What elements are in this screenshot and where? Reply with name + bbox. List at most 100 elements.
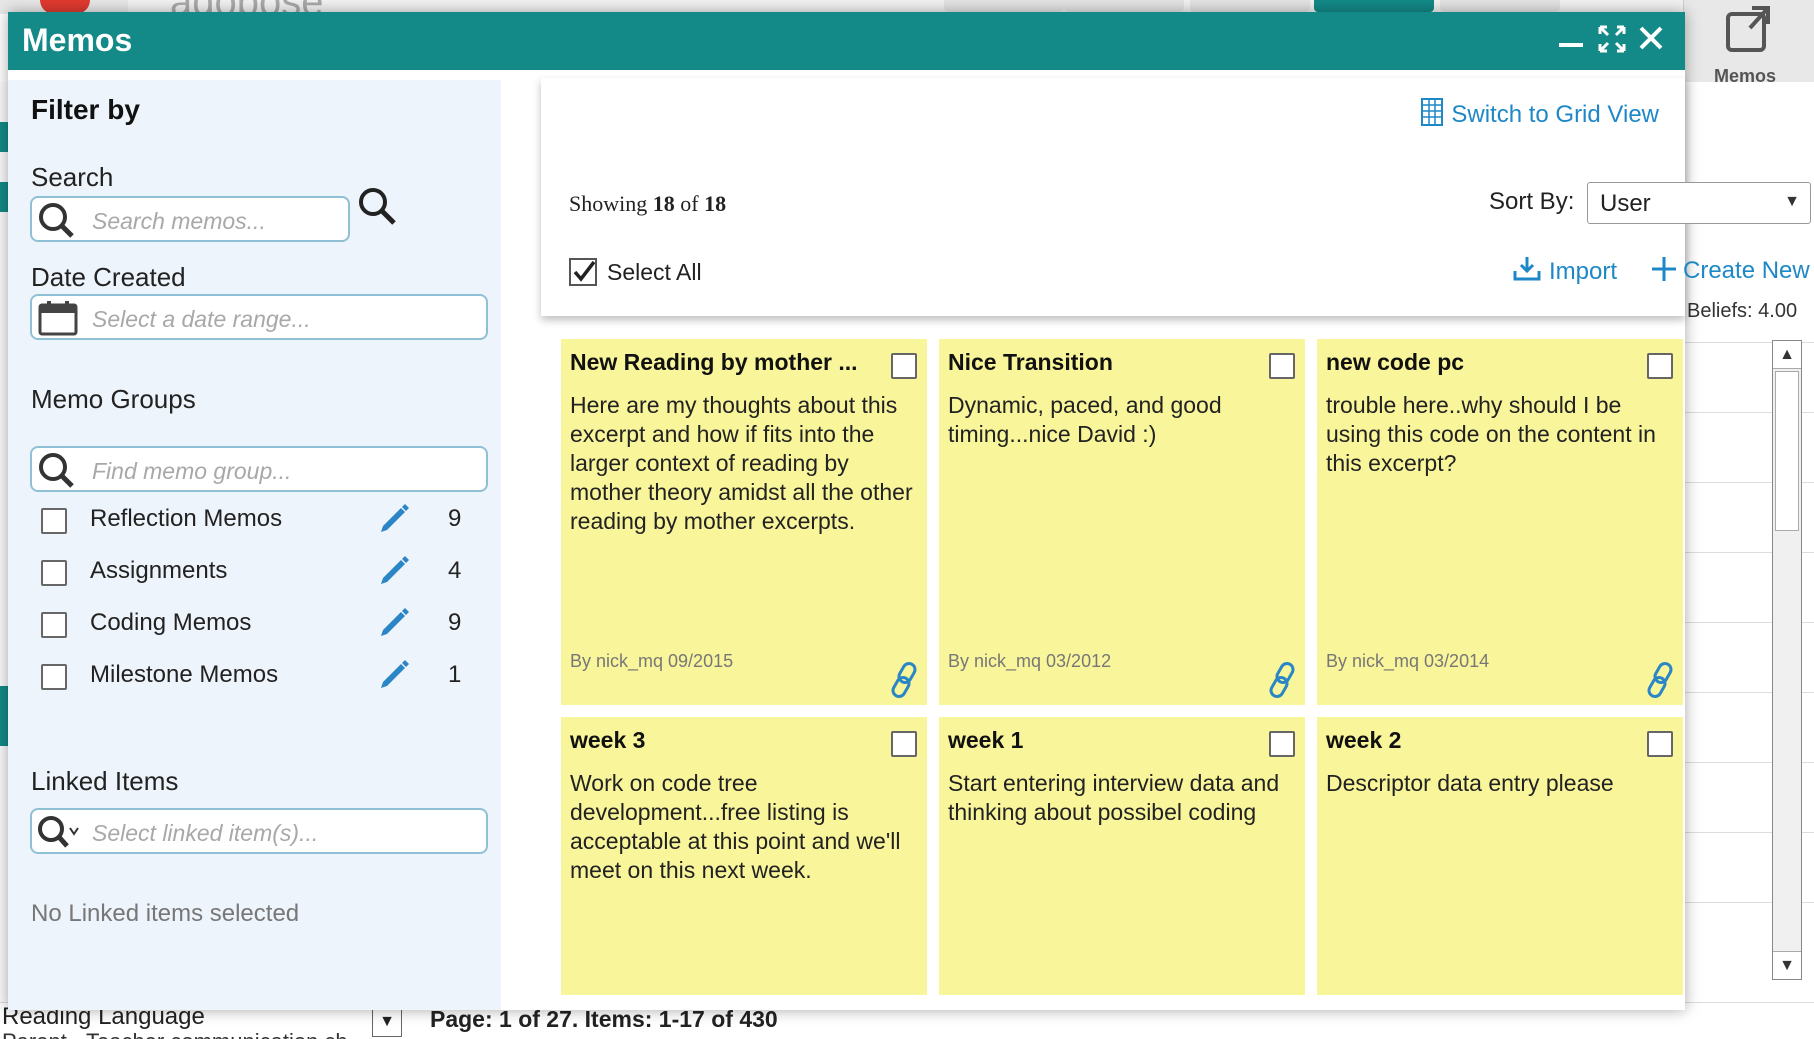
switch-grid-view-label: Switch to Grid View (1451, 101, 1659, 128)
memo-group-checkbox[interactable] (41, 508, 67, 534)
memo-card[interactable]: new code pc trouble here..why should I b… (1317, 339, 1683, 705)
filter-panel: Filter by Search Search memos... Date Cr… (8, 80, 501, 1010)
memo-card[interactable]: week 2 Descriptor data entry please (1317, 717, 1683, 995)
memo-card[interactable]: week 3 Work on code tree development...f… (561, 717, 927, 995)
memo-checkbox[interactable] (1647, 731, 1673, 757)
memo-group-count: 4 (448, 557, 462, 584)
memo-group-checkbox[interactable] (41, 664, 67, 690)
memo-checkbox[interactable] (1647, 353, 1673, 379)
search-input[interactable]: Search memos... (30, 196, 350, 242)
background-scrollbar[interactable]: ▲ ▼ (1772, 340, 1802, 980)
minimize-icon (1559, 43, 1583, 47)
app-left-strip-marker (0, 122, 8, 152)
sort-by-value: User (1600, 190, 1651, 217)
memo-group-row[interactable]: Reflection Memos 9 (34, 498, 494, 542)
link-icon[interactable] (887, 661, 921, 699)
linked-items-placeholder: Select linked item(s)... (92, 820, 319, 846)
memo-card[interactable]: week 1 Start entering interview data and… (939, 717, 1305, 995)
pager-status: Page: 1 of 27. Items: 1-17 of 430 (430, 1006, 778, 1032)
search-dropdown-icon (38, 816, 79, 848)
memo-title: week 2 (1326, 727, 1402, 753)
memo-title: new code pc (1326, 349, 1465, 375)
maximize-button[interactable] (1595, 24, 1629, 58)
showing-prefix: Showing (569, 191, 648, 216)
date-created-label: Date Created (31, 262, 186, 292)
memo-group-checkbox[interactable] (41, 612, 67, 638)
memo-checkbox[interactable] (891, 353, 917, 379)
memo-group-placeholder: Find memo group... (92, 458, 292, 484)
download-icon (1513, 257, 1541, 281)
scroll-thumb[interactable] (1775, 371, 1799, 531)
plus-icon (1652, 257, 1676, 281)
memo-card[interactable]: Nice Transition Dynamic, paced, and good… (939, 339, 1305, 705)
memo-author-date: By nick_mq 09/2015 (570, 651, 734, 671)
beliefs-value: Beliefs: 4.00 (1687, 300, 1798, 322)
memo-author-date: By nick_mq 03/2012 (948, 651, 1112, 671)
search-submit-button[interactable] (356, 185, 400, 229)
showing-of: of (680, 191, 699, 216)
memo-group-row[interactable]: Coding Memos 9 (34, 602, 494, 646)
memo-group-count: 1 (448, 661, 462, 688)
import-button[interactable]: Import (1513, 256, 1617, 286)
memo-title: New Reading by mother ... (570, 349, 858, 375)
memos-toolbar-button[interactable]: Memos (1683, 0, 1814, 86)
app-nav-tab[interactable] (1440, 0, 1560, 12)
search-placeholder: Search memos... (92, 208, 266, 234)
grid-view-icon (1421, 98, 1444, 126)
scroll-down-arrow[interactable]: ▼ (1773, 951, 1801, 979)
memo-icon (1726, 6, 1770, 52)
sort-by-label: Sort By: (1489, 188, 1575, 215)
memo-body: Dynamic, paced, and good timing...nice D… (948, 392, 1222, 447)
linked-items-input[interactable]: Select linked item(s)... (30, 808, 488, 854)
memo-group-search-input[interactable]: Find memo group... (30, 446, 488, 492)
memo-card[interactable]: New Reading by mother ... Here are my th… (561, 339, 927, 705)
link-icon[interactable] (1265, 661, 1299, 699)
date-range-placeholder: Select a date range... (92, 306, 311, 332)
showing-total: 18 (704, 191, 727, 216)
app-left-strip-marker (0, 182, 8, 212)
app-nav-tab-active[interactable] (1314, 0, 1434, 12)
linked-items-label: Linked Items (31, 766, 179, 796)
memo-group-checkbox[interactable] (41, 560, 67, 586)
app-nav-tab[interactable] (1190, 0, 1310, 12)
chevron-down-icon: ▼ (1784, 193, 1800, 210)
search-icon (39, 203, 74, 238)
date-range-input[interactable]: Select a date range... (30, 294, 488, 340)
memo-checkbox[interactable] (891, 731, 917, 757)
app-nav-tab[interactable] (944, 0, 1064, 12)
pencil-icon[interactable] (377, 656, 411, 690)
app-nav-tab[interactable] (1064, 0, 1184, 12)
parent-comm-label: Parent - Teacher communication ch (2, 1029, 348, 1039)
minimize-button[interactable] (1554, 24, 1588, 58)
close-button[interactable] (1634, 24, 1668, 58)
showing-count: Showing 18 of 18 (569, 191, 726, 217)
memo-body: Work on code tree development...free lis… (570, 770, 901, 883)
memo-group-name: Assignments (90, 557, 228, 584)
memo-title: week 1 (948, 727, 1024, 753)
memo-checkbox[interactable] (1269, 353, 1295, 379)
memo-group-count: 9 (448, 609, 462, 636)
memo-body: trouble here..why should I be using this… (1326, 392, 1656, 476)
sort-by-select[interactable]: User ▼ (1587, 182, 1811, 224)
memo-body: Descriptor data entry please (1326, 770, 1614, 796)
pencil-icon[interactable] (377, 552, 411, 586)
filter-title: Filter by (31, 94, 140, 125)
create-new-label: Create New (1683, 257, 1810, 284)
create-new-button[interactable]: Create New (1651, 256, 1810, 285)
memo-group-row[interactable]: Assignments 4 (34, 550, 494, 594)
expand-icon (1598, 25, 1626, 53)
scroll-up-arrow[interactable]: ▲ (1773, 341, 1801, 369)
memo-checkbox[interactable] (1269, 731, 1295, 757)
memo-author-date: By nick_mq 03/2014 (1326, 651, 1490, 671)
app-left-strip-marker (0, 686, 8, 746)
pencil-icon[interactable] (377, 500, 411, 534)
memo-group-name: Reflection Memos (90, 505, 283, 532)
memo-title: Nice Transition (948, 349, 1113, 375)
link-icon[interactable] (1643, 661, 1677, 699)
select-all-checkbox[interactable] (569, 258, 597, 286)
pencil-icon[interactable] (377, 604, 411, 638)
switch-grid-view-link[interactable]: Switch to Grid View (1421, 98, 1659, 129)
memo-group-row[interactable]: Milestone Memos 1 (34, 654, 494, 698)
dialog-header: Memos (8, 12, 1685, 70)
search-icon (359, 188, 396, 225)
